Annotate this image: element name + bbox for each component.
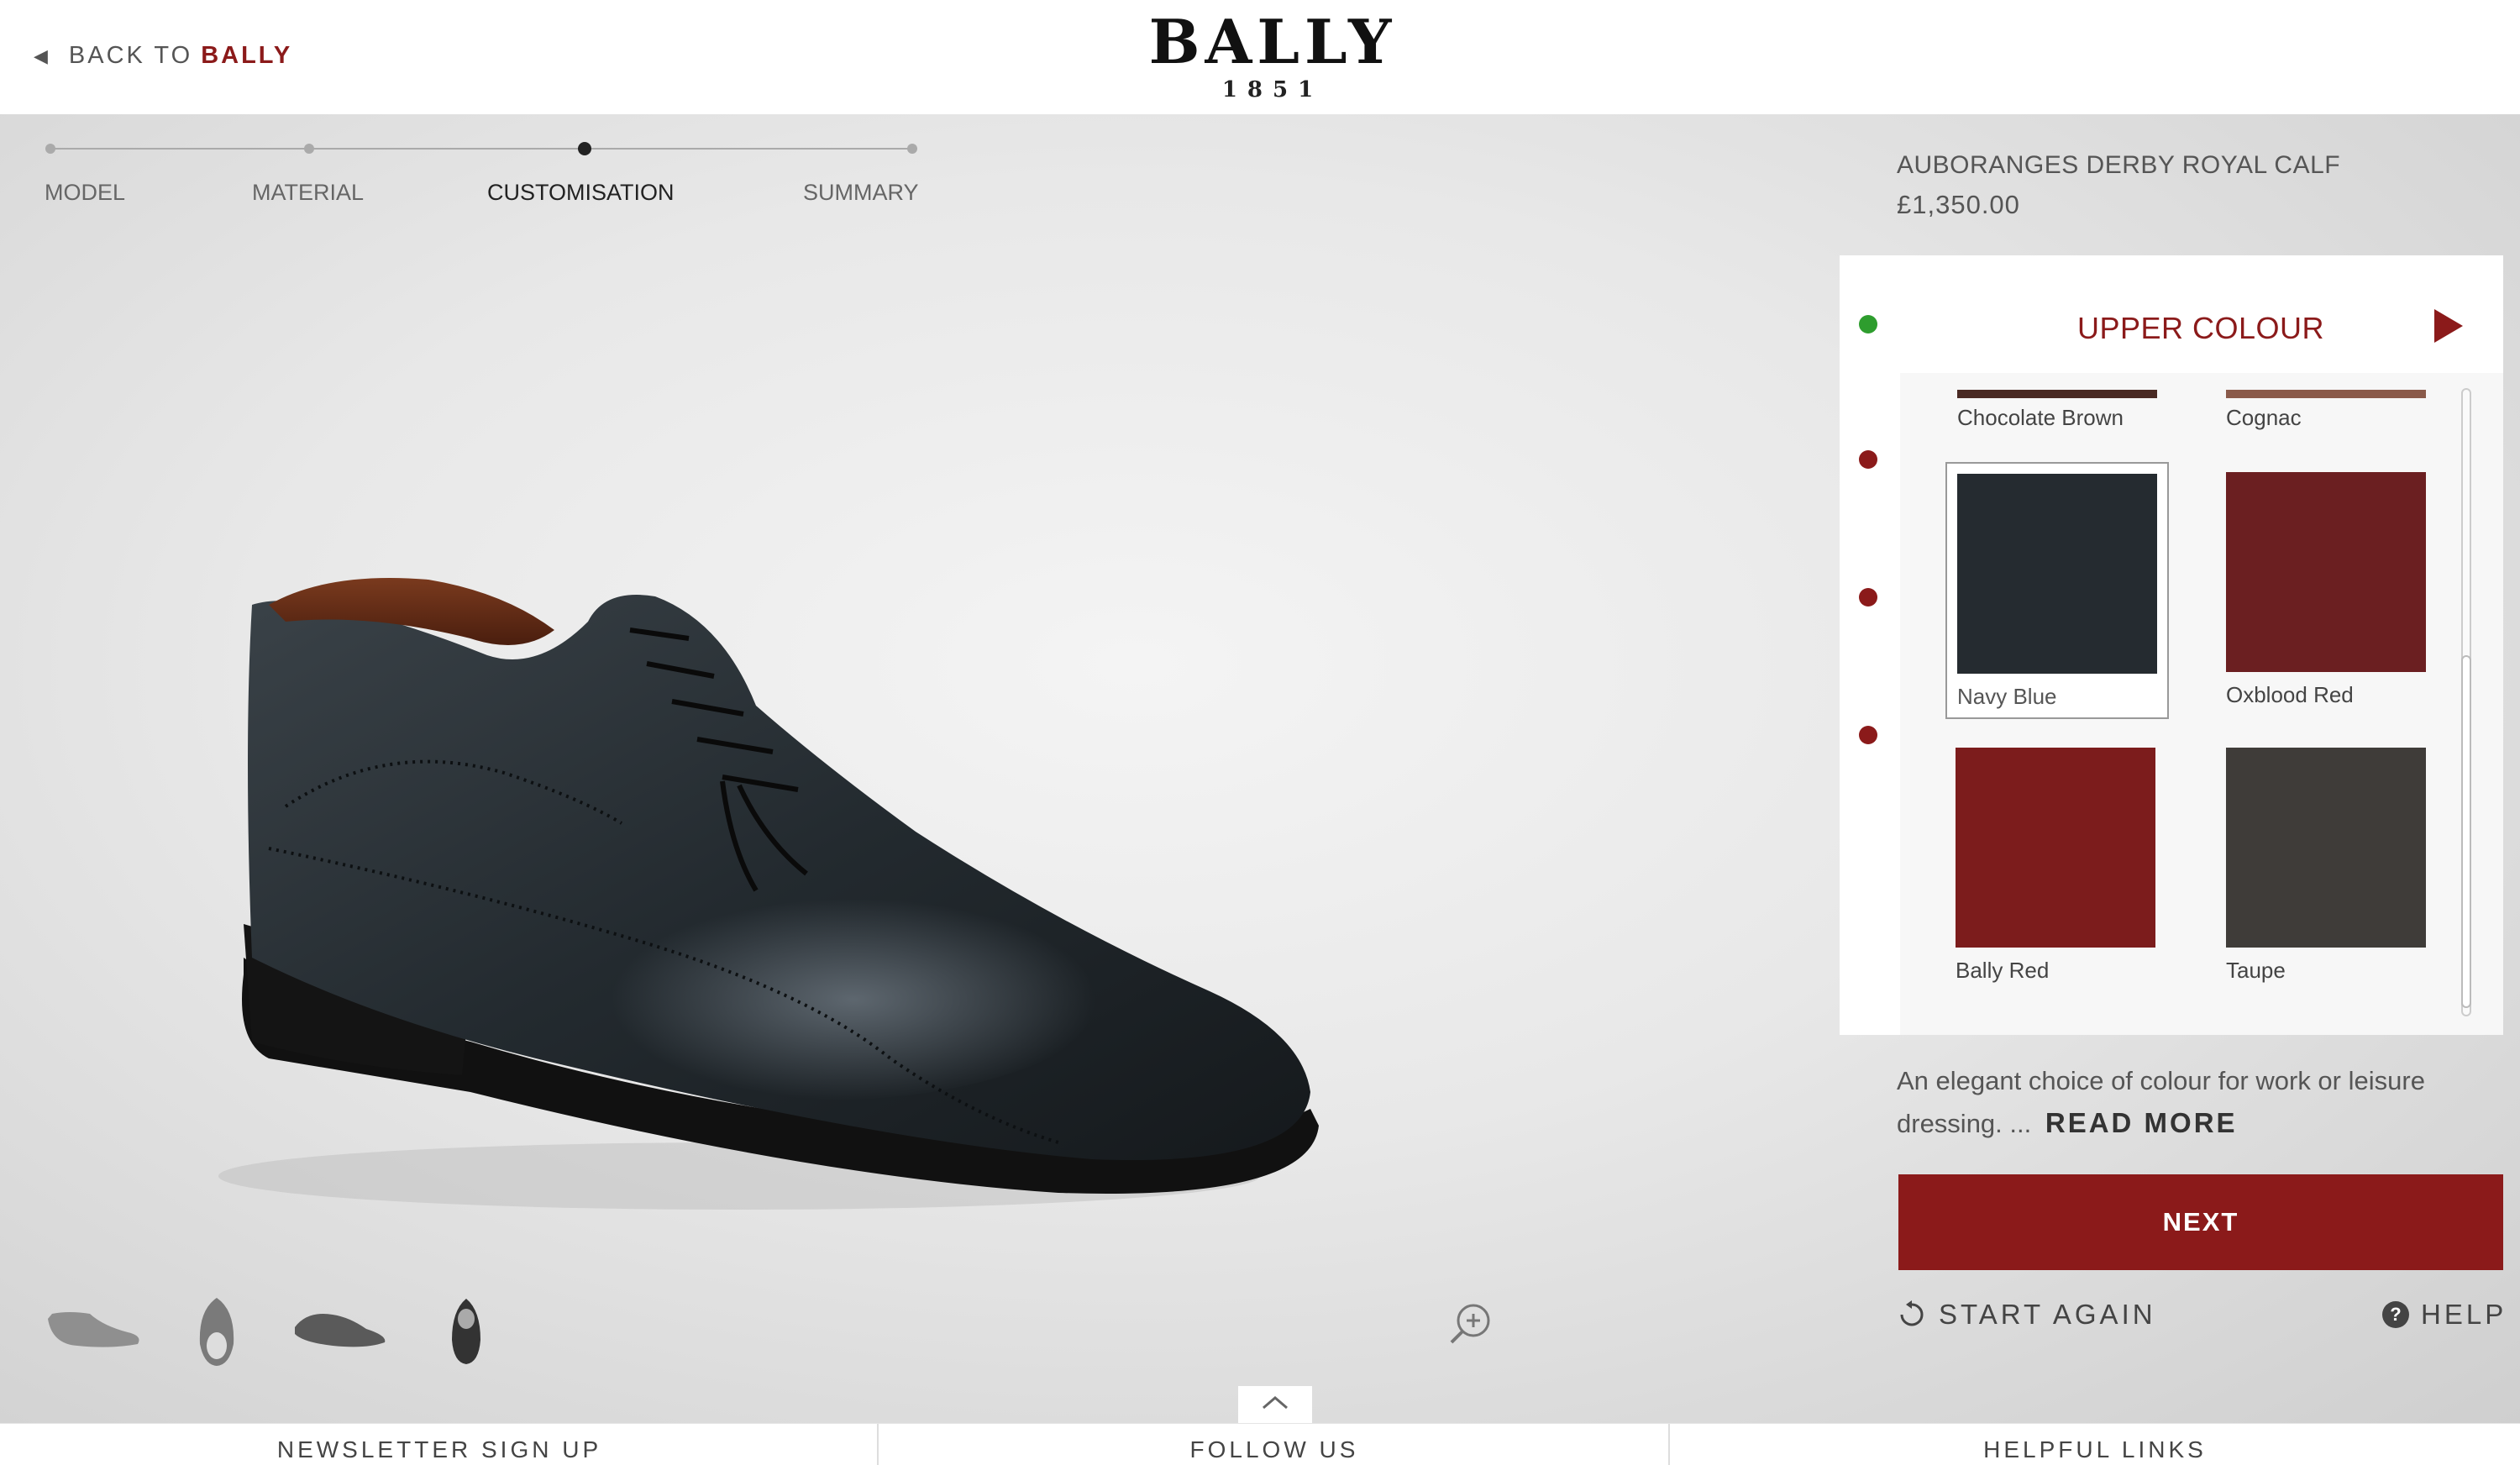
swatch-taupe[interactable]: Taupe <box>2216 738 2439 995</box>
footer-helpful-links[interactable]: HELPFUL LINKS <box>1670 1424 2520 1465</box>
thumbnail-side-view[interactable] <box>44 1294 144 1361</box>
back-link-brand: BALLY <box>201 42 293 69</box>
product-price: £1,350.00 <box>1897 190 2020 219</box>
footer-newsletter-signup[interactable]: NEWSLETTER SIGN UP <box>0 1424 879 1465</box>
back-to-bally-link[interactable]: ◀ BACK TO BALLY <box>34 42 292 70</box>
step-dot-summary[interactable] <box>907 144 917 154</box>
zoom-in-icon[interactable] <box>1446 1299 1497 1349</box>
footer-follow-us[interactable]: FOLLOW US <box>879 1424 1670 1465</box>
swatch-label: Oxblood Red <box>2226 682 2354 707</box>
next-option-arrow-icon[interactable] <box>2434 309 2463 343</box>
swatch-label[interactable]: Cognac <box>2226 405 2302 431</box>
help-label: HELP <box>2421 1299 2507 1330</box>
swatch-navy-blue[interactable]: Navy Blue <box>1945 462 2169 719</box>
option-status-complete-dot[interactable] <box>1859 315 1877 333</box>
thumbnail-angle-view[interactable] <box>291 1294 391 1361</box>
swatch-color-oxblood-red <box>2226 472 2426 672</box>
thumbnail-top-view[interactable] <box>192 1294 242 1369</box>
swatch-color-taupe <box>2226 748 2426 948</box>
bally-logo[interactable]: BALLY 1851 <box>1147 6 1399 103</box>
step-progress-line <box>50 148 916 150</box>
logo-wordmark: BALLY <box>1148 6 1397 77</box>
header: ◀ BACK TO BALLY BALLY 1851 <box>0 0 2520 114</box>
colour-description: An elegant choice of colour for work or … <box>1897 1060 2485 1145</box>
back-link-prefix: BACK TO <box>68 42 193 69</box>
product-name: AUBORANGES DERBY ROYAL CALF <box>1897 151 2341 179</box>
swatch-oxblood-red[interactable]: Oxblood Red <box>2216 462 2439 719</box>
swatch-grid: Chocolate Brown Cognac Navy Blue Oxblood… <box>1900 373 2503 1035</box>
swatch-cognac-edge[interactable] <box>2226 390 2426 398</box>
restart-icon <box>1900 1300 1924 1326</box>
read-more-link[interactable]: READ MORE <box>2045 1107 2238 1138</box>
swatch-color-bally-red <box>1956 748 2155 948</box>
chevron-up-icon <box>1263 1396 1288 1410</box>
swatch-label: Taupe <box>2226 958 2286 983</box>
back-arrow-icon: ◀ <box>34 45 50 66</box>
next-button[interactable]: NEXT <box>1898 1174 2503 1270</box>
swatch-chocolate-brown-edge[interactable] <box>1957 390 2157 398</box>
step-summary[interactable]: SUMMARY <box>803 180 919 206</box>
swatch-label[interactable]: Chocolate Brown <box>1957 405 2124 431</box>
step-customisation[interactable]: CUSTOMISATION <box>487 180 675 206</box>
swatch-scrollbar-thumb[interactable] <box>2461 655 2471 1008</box>
swatch-label: Bally Red <box>1956 958 2050 983</box>
panel-title: UPPER COLOUR <box>2076 311 2325 345</box>
help-icon: ? <box>2382 1301 2409 1328</box>
help-button[interactable]: ? HELP <box>2382 1299 2507 1331</box>
step-dot-model[interactable] <box>45 144 55 154</box>
logo-year: 1851 <box>1221 77 1324 102</box>
step-progress: MODEL MATERIAL CUSTOMISATION SUMMARY <box>42 129 924 205</box>
step-model[interactable]: MODEL <box>45 180 125 206</box>
swatch-label: Navy Blue <box>1957 684 2057 709</box>
footer-expand-tab[interactable] <box>1238 1386 1312 1428</box>
swatch-color-navy-blue <box>1957 474 2157 674</box>
option-status-pending-dot[interactable] <box>1859 588 1877 606</box>
option-status-pending-dot[interactable] <box>1859 726 1877 744</box>
start-again-label: START AGAIN <box>1939 1299 2156 1330</box>
start-again-button[interactable]: START AGAIN <box>1897 1299 2156 1331</box>
swatch-bally-red[interactable]: Bally Red <box>1945 738 2169 995</box>
thumbnail-back-view[interactable] <box>445 1294 487 1369</box>
step-dot-material[interactable] <box>304 144 314 154</box>
shoe-preview-image[interactable] <box>218 454 1344 1226</box>
step-material[interactable]: MATERIAL <box>252 180 364 206</box>
footer: NEWSLETTER SIGN UP FOLLOW US HELPFUL LIN… <box>0 1423 2520 1465</box>
option-status-pending-dot[interactable] <box>1859 450 1877 469</box>
step-dot-customisation[interactable] <box>578 142 591 155</box>
